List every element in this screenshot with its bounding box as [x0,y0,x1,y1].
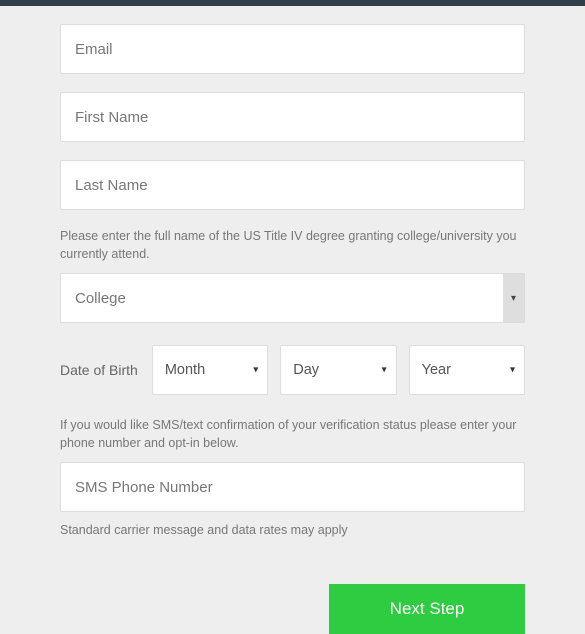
sms-phone-field[interactable] [60,462,525,512]
dob-day-wrap: Day ▾ [280,345,396,395]
sms-disclaimer-text: Standard carrier message and data rates … [60,522,525,540]
sms-helper-text: If you would like SMS/text confirmation … [60,417,525,452]
dob-row: Date of Birth Month ▾ Day ▾ Year ▾ [60,345,525,395]
button-row: Next Step [60,584,525,634]
dob-month-wrap: Month ▾ [152,345,268,395]
dob-year-wrap: Year ▾ [409,345,525,395]
dob-year-select[interactable]: Year [409,345,525,395]
dob-label: Date of Birth [60,362,138,378]
college-select-wrap: College ▾ [60,273,525,323]
dob-day-select[interactable]: Day [280,345,396,395]
first-name-field[interactable] [60,92,525,142]
dob-month-select[interactable]: Month [152,345,268,395]
last-name-field[interactable] [60,160,525,210]
college-select[interactable]: College [60,273,525,323]
form-container: Please enter the full name of the US Tit… [0,6,585,634]
email-field[interactable] [60,24,525,74]
college-helper-text: Please enter the full name of the US Tit… [60,228,525,263]
next-step-button[interactable]: Next Step [329,584,525,634]
